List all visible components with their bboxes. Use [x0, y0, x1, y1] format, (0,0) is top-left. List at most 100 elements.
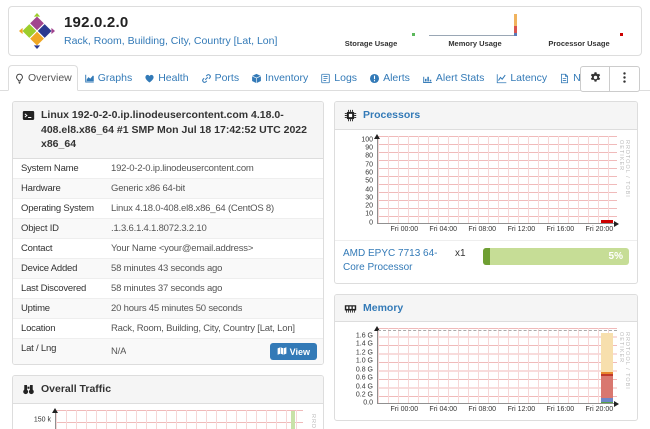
overall-traffic-header: Overall Traffic [13, 376, 323, 404]
table-row-object-id: Object ID.1.3.6.1.4.1.8072.3.2.10 [13, 218, 323, 238]
kebab-menu-icon [618, 71, 631, 87]
health-icon [144, 73, 155, 84]
settings-button[interactable] [580, 66, 610, 92]
processors-panel: Processors 1009080706050403020100Fri 00:… [334, 101, 638, 284]
tab-alerts[interactable]: Alerts [363, 65, 416, 91]
table-row-device-added: Device Added58 minutes 43 seconds ago [13, 258, 323, 278]
row-value: Linux 4.18.0-408.el8.x86_64 (CentOS 8) [111, 203, 274, 214]
tab-label: Health [158, 72, 188, 84]
graph-bar [601, 220, 613, 222]
left-column: Linux 192-0-2-0.ip.linodeusercontent.com… [12, 101, 324, 429]
tab-inventory[interactable]: Inventory [245, 65, 314, 91]
x-axis-tick: Fri 08:00 [468, 226, 496, 233]
y-axis-tick: 90 [338, 145, 373, 152]
row-value: 58 minutes 37 seconds ago [111, 283, 222, 294]
y-axis-tick: 80 [338, 153, 373, 160]
y-axis-tick: 60 [338, 169, 373, 176]
x-axis-tick: Fri 04:00 [429, 226, 457, 233]
y-axis-tick: 0.0 [338, 400, 373, 407]
row-value: 58 minutes 43 seconds ago [111, 263, 222, 274]
cpu-count: x1 [455, 248, 475, 259]
table-row-last-discovered: Last Discovered58 minutes 37 seconds ago [13, 278, 323, 298]
system-info-header: Linux 192-0-2-0.ip.linodeusercontent.com… [13, 102, 323, 159]
button-label: View [290, 347, 310, 357]
processors-title: Processors [363, 108, 420, 123]
row-value: Your Name <your@email.address> [111, 243, 253, 254]
row-label: Object ID [13, 219, 111, 238]
right-column: Processors 1009080706050403020100Fri 00:… [334, 101, 638, 429]
tab-label: Inventory [265, 72, 308, 84]
x-axis-tick: Fri 08:00 [468, 406, 496, 413]
device-overview-page: 192.0.2.0 Rack, Room, Building, City, Co… [0, 6, 650, 429]
y-axis-tick: 0.2 G [338, 391, 373, 398]
row-label: Location [13, 319, 111, 338]
graph-bar [601, 372, 613, 374]
cpu-usage-label: 5% [609, 251, 623, 262]
system-kernel-string: Linux 192-0-2-0.ip.linodeusercontent.com… [41, 108, 314, 152]
lightbulb-icon [14, 73, 25, 84]
graphs-icon [84, 73, 95, 84]
minigraph-memory-usage[interactable]: Memory Usage [429, 14, 521, 48]
latency-icon [496, 73, 507, 84]
more-actions-button[interactable] [610, 66, 640, 92]
tab-graphs[interactable]: Graphs [78, 65, 138, 91]
table-row-contact: ContactYour Name <your@email.address> [13, 238, 323, 258]
binoculars-icon [22, 383, 35, 397]
graph-bar [601, 333, 613, 372]
y-axis-tick: 1.6 G [338, 332, 373, 339]
rrdtool-watermark: RRDTOOL / TOBI OETIKER [310, 414, 316, 429]
device-tabbar: OverviewGraphs Health Ports Inventory Logs Al… [0, 65, 650, 91]
terminal-icon [22, 109, 35, 152]
minigraph-processor-usage[interactable]: Processor Usage [533, 14, 625, 48]
row-value: 192-0-2-0.ip.linodeusercontent.com [111, 163, 254, 174]
x-axis-tick: Fri 12:00 [508, 226, 536, 233]
y-axis-tick: 100 [338, 136, 373, 143]
tab-logs[interactable]: Logs [314, 65, 363, 91]
x-axis-tick: Fri 16:00 [547, 226, 575, 233]
table-row-system-name: System Name192-0-2-0.ip.linodeuserconten… [13, 159, 323, 178]
graph-bar [601, 402, 613, 404]
tab-overview[interactable]: Overview [8, 65, 78, 91]
tab-ports[interactable]: Ports [195, 65, 246, 91]
graph-plot-area: 150 k100 k50 k0 [55, 410, 303, 429]
table-row-operating-system: Operating SystemLinux 4.18.0-408.el8.x86… [13, 198, 323, 218]
memory-graph[interactable]: 1.6 G1.4 G1.2 G1.0 G0.8 G0.6 G0.4 G0.2 G… [337, 328, 633, 404]
memory-icon [344, 302, 357, 316]
map-icon [277, 346, 287, 358]
rrdtool-watermark: RRDTOOL / TOBI OETIKER [618, 332, 630, 404]
processors-body: 1009080706050403020100Fri 00:00Fri 04:00… [335, 136, 637, 283]
view-location-button[interactable]: View [270, 343, 317, 360]
cpu-usage-bar: 5% [483, 248, 629, 265]
y-axis-tick: 0 [338, 219, 373, 226]
alert-stats-icon [422, 73, 433, 84]
header-minigraphs: Storage Usage Memory Usage Processor Usage [325, 14, 625, 48]
y-axis-tick: 1.2 G [338, 349, 373, 356]
processors-graph[interactable]: 1009080706050403020100Fri 00:00Fri 04:00… [337, 136, 633, 224]
tab-alert-stats[interactable]: Alert Stats [416, 65, 490, 91]
processor-row: AMD EPYC 7713 64-Core Processor x1 5% [335, 240, 637, 283]
y-axis-tick: 30 [338, 194, 373, 201]
tab-health[interactable]: Health [138, 65, 194, 91]
row-label: System Name [13, 159, 111, 178]
memory-body: 1.6 G1.4 G1.2 G1.0 G0.8 G0.6 G0.4 G0.2 G… [335, 328, 637, 420]
notes-icon [559, 73, 570, 84]
table-row-uptime: Uptime20 hours 45 minutes 50 seconds [13, 298, 323, 318]
device-location-link[interactable]: Rack, Room, Building, City, Country [Lat… [64, 35, 277, 47]
x-axis-tick: Fri 00:00 [390, 406, 418, 413]
centos-logo-icon [19, 13, 55, 49]
minigraph-label: Processor Usage [533, 39, 625, 48]
processors-header: Processors [335, 102, 637, 130]
tab-latency[interactable]: Latency [490, 65, 553, 91]
tab-label: Alerts [383, 72, 410, 84]
table-row-hardware: HardwareGeneric x86 64-bit [13, 178, 323, 198]
overall-traffic-graph[interactable]: 150 k100 k50 k0 RRDTOOL / TOBI OETIKER [15, 410, 319, 429]
row-label: Last Discovered [13, 279, 111, 298]
graph-bar [601, 374, 613, 376]
y-axis-tick: 0.8 G [338, 366, 373, 373]
table-row-lat-lng: Lat / LngN/AView [13, 338, 323, 364]
row-value: Generic x86 64-bit [111, 183, 185, 194]
y-axis-tick: 0.6 G [338, 375, 373, 382]
minigraph-storage-usage[interactable]: Storage Usage [325, 14, 417, 48]
tab-label: Ports [215, 72, 240, 84]
cpu-name-link[interactable]: AMD EPYC 7713 64-Core Processor [343, 247, 447, 276]
